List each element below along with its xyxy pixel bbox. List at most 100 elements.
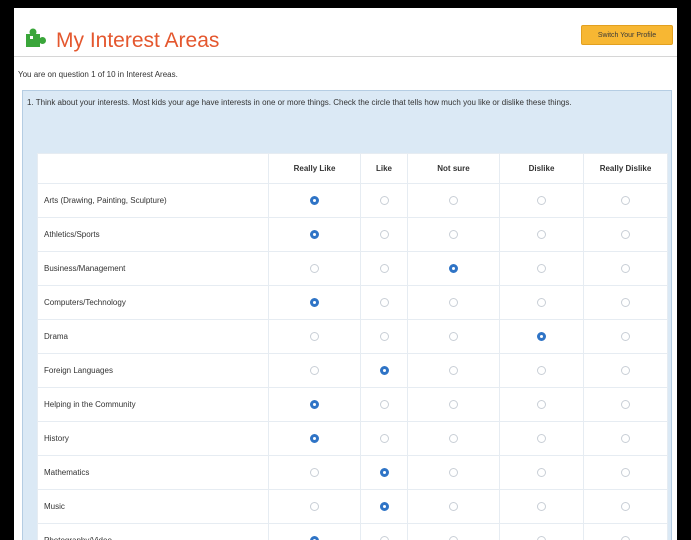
rating-radio[interactable] bbox=[537, 433, 546, 443]
row-label: Mathematics bbox=[37, 455, 269, 490]
radio-cell bbox=[407, 387, 500, 422]
radio-cell bbox=[583, 455, 668, 490]
rating-radio[interactable] bbox=[621, 229, 630, 239]
rating-radio[interactable] bbox=[537, 399, 546, 409]
rating-radio[interactable] bbox=[379, 263, 389, 273]
rating-radio[interactable] bbox=[379, 365, 389, 375]
rating-radio[interactable] bbox=[537, 467, 546, 477]
radio-cell bbox=[499, 217, 584, 252]
table-row: Arts (Drawing, Painting, Sculpture) bbox=[37, 183, 668, 218]
table-row: Mathematics bbox=[37, 455, 668, 490]
rating-radio[interactable] bbox=[310, 535, 319, 540]
rating-radio[interactable] bbox=[449, 297, 458, 307]
rating-radio[interactable] bbox=[310, 467, 319, 477]
rating-radio[interactable] bbox=[537, 297, 546, 307]
radio-cell bbox=[583, 353, 668, 388]
rating-radio[interactable] bbox=[449, 433, 458, 443]
col-header-item bbox=[37, 153, 269, 184]
rating-radio[interactable] bbox=[379, 229, 389, 239]
rating-radio[interactable] bbox=[537, 501, 546, 511]
rating-radio[interactable] bbox=[449, 535, 458, 540]
rating-radio[interactable] bbox=[379, 433, 389, 443]
col-header-really-like: Really Like bbox=[268, 153, 361, 184]
table-row: History bbox=[37, 421, 668, 456]
radio-cell bbox=[499, 523, 584, 540]
radio-cell bbox=[499, 353, 584, 388]
radio-cell bbox=[499, 285, 584, 320]
rating-radio[interactable] bbox=[379, 501, 389, 511]
col-header-not-sure: Not sure bbox=[407, 153, 500, 184]
rating-radio[interactable] bbox=[310, 297, 319, 307]
rating-radio[interactable] bbox=[621, 195, 630, 205]
table-row: Foreign Languages bbox=[37, 353, 668, 388]
radio-cell bbox=[360, 353, 408, 388]
rating-radio[interactable] bbox=[621, 467, 630, 477]
col-header-like: Like bbox=[360, 153, 408, 184]
rating-radio[interactable] bbox=[449, 331, 458, 341]
question-panel: 1. Think about your interests. Most kids… bbox=[22, 90, 672, 540]
row-label: Foreign Languages bbox=[37, 353, 269, 388]
radio-cell bbox=[499, 183, 584, 218]
rating-radio[interactable] bbox=[449, 365, 458, 375]
rating-radio[interactable] bbox=[537, 229, 546, 239]
radio-cell bbox=[583, 421, 668, 456]
rating-radio[interactable] bbox=[310, 365, 319, 375]
radio-cell bbox=[268, 421, 361, 456]
radio-cell bbox=[583, 183, 668, 218]
rating-radio[interactable] bbox=[621, 399, 630, 409]
rating-radio[interactable] bbox=[310, 501, 319, 511]
radio-cell bbox=[268, 489, 361, 524]
radio-cell bbox=[407, 217, 500, 252]
rating-radio[interactable] bbox=[621, 263, 630, 273]
rating-radio[interactable] bbox=[310, 195, 319, 205]
rating-radio[interactable] bbox=[621, 331, 630, 341]
radio-cell bbox=[583, 319, 668, 354]
radio-cell bbox=[360, 217, 408, 252]
rating-radio[interactable] bbox=[537, 263, 546, 273]
radio-cell bbox=[407, 455, 500, 490]
radio-cell bbox=[583, 523, 668, 540]
rating-radio[interactable] bbox=[449, 501, 458, 511]
radio-cell bbox=[360, 421, 408, 456]
rating-radio[interactable] bbox=[621, 297, 630, 307]
table-row: Athletics/Sports bbox=[37, 217, 668, 252]
rating-radio[interactable] bbox=[537, 365, 546, 375]
rating-radio[interactable] bbox=[310, 399, 319, 409]
radio-cell bbox=[360, 387, 408, 422]
radio-cell bbox=[360, 183, 408, 218]
radio-cell bbox=[268, 353, 361, 388]
radio-cell bbox=[360, 455, 408, 490]
rating-radio[interactable] bbox=[379, 399, 389, 409]
radio-cell bbox=[499, 387, 584, 422]
radio-cell bbox=[407, 183, 500, 218]
rating-radio[interactable] bbox=[379, 195, 389, 205]
rating-radio[interactable] bbox=[621, 501, 630, 511]
rating-radio[interactable] bbox=[449, 399, 458, 409]
rating-radio[interactable] bbox=[537, 195, 546, 205]
radio-cell bbox=[407, 319, 500, 354]
rating-radio[interactable] bbox=[379, 331, 389, 341]
rating-radio[interactable] bbox=[449, 263, 458, 273]
rating-radio[interactable] bbox=[379, 535, 389, 540]
rating-radio[interactable] bbox=[537, 535, 546, 540]
rating-radio[interactable] bbox=[379, 467, 389, 477]
row-label: Computers/Technology bbox=[37, 285, 269, 320]
row-label: Athletics/Sports bbox=[37, 217, 269, 252]
rating-radio[interactable] bbox=[310, 229, 319, 239]
table-row: Photography/Video bbox=[37, 523, 668, 540]
rating-radio[interactable] bbox=[449, 229, 458, 239]
rating-radio[interactable] bbox=[449, 195, 458, 205]
rating-radio[interactable] bbox=[449, 467, 458, 477]
rating-radio[interactable] bbox=[621, 535, 630, 540]
radio-cell bbox=[407, 489, 500, 524]
rating-radio[interactable] bbox=[537, 331, 546, 341]
rating-radio[interactable] bbox=[621, 433, 630, 443]
interest-grid: Really Like Like Not sure Dislike Really… bbox=[37, 153, 668, 540]
rating-radio[interactable] bbox=[310, 263, 319, 273]
radio-cell bbox=[499, 421, 584, 456]
rating-radio[interactable] bbox=[379, 297, 389, 307]
rating-radio[interactable] bbox=[310, 433, 319, 443]
rating-radio[interactable] bbox=[310, 331, 319, 341]
switch-profile-button[interactable]: Switch Your Profile bbox=[581, 25, 673, 45]
rating-radio[interactable] bbox=[621, 365, 630, 375]
